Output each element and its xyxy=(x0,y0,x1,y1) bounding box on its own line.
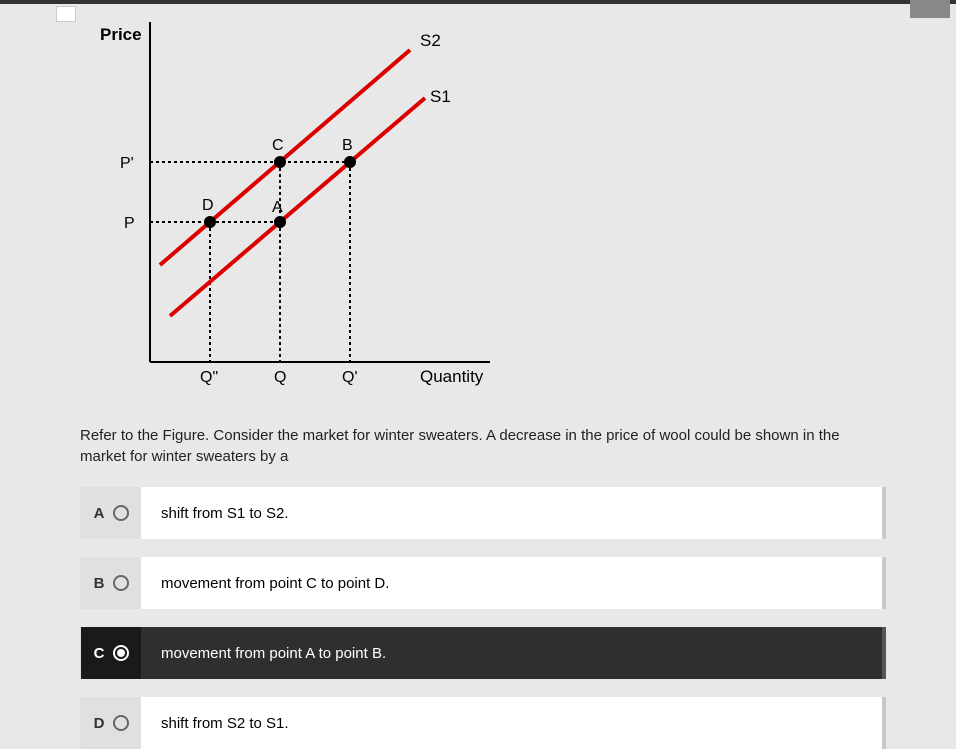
supply-curve-chart: Price Quantity P' P Q" Q Q' xyxy=(90,22,886,407)
point-b xyxy=(344,156,356,168)
option-b-letter-box: B xyxy=(81,557,141,609)
point-a-label: A xyxy=(272,199,283,216)
y-tick-p: P xyxy=(124,215,135,232)
point-a xyxy=(274,216,286,228)
option-c-letter-box: C xyxy=(81,627,141,679)
y-tick-p-prime: P' xyxy=(120,155,134,172)
option-d-text: shift from S2 to S1. xyxy=(141,715,289,732)
option-b-text: movement from point C to point D. xyxy=(141,575,389,592)
x-tick-q: Q xyxy=(274,369,286,386)
option-a[interactable]: A shift from S1 to S2. xyxy=(80,487,886,539)
point-c xyxy=(274,156,286,168)
option-b[interactable]: B movement from point C to point D. xyxy=(80,557,886,609)
header-grey-box xyxy=(910,0,950,18)
option-c[interactable]: C movement from point A to point B. xyxy=(80,627,886,679)
option-d[interactable]: D shift from S2 to S1. xyxy=(80,697,886,749)
x-tick-qprime: Q' xyxy=(342,369,358,386)
radio-empty-icon xyxy=(113,575,129,591)
point-b-label: B xyxy=(342,137,353,154)
point-d-label: D xyxy=(202,197,214,214)
x-axis-label: Quantity xyxy=(420,367,484,386)
point-c-label: C xyxy=(272,137,284,154)
option-a-letter: A xyxy=(93,505,105,522)
point-d xyxy=(204,216,216,228)
curve-s2 xyxy=(160,50,410,265)
radio-selected-icon xyxy=(113,645,129,661)
option-c-text: movement from point A to point B. xyxy=(141,645,386,662)
option-c-letter: C xyxy=(93,645,105,662)
x-tick-q2: Q" xyxy=(200,369,218,386)
radio-empty-icon xyxy=(113,715,129,731)
option-b-letter: B xyxy=(93,575,105,592)
tab-indicator xyxy=(56,6,76,22)
radio-empty-icon xyxy=(113,505,129,521)
option-a-text: shift from S1 to S2. xyxy=(141,505,289,522)
option-a-letter-box: A xyxy=(81,487,141,539)
s2-label: S2 xyxy=(420,31,441,50)
s1-label: S1 xyxy=(430,87,451,106)
option-d-letter-box: D xyxy=(81,697,141,749)
y-axis-label: Price xyxy=(100,25,142,44)
option-d-letter: D xyxy=(93,715,105,732)
question-text: Refer to the Figure. Consider the market… xyxy=(80,425,886,467)
